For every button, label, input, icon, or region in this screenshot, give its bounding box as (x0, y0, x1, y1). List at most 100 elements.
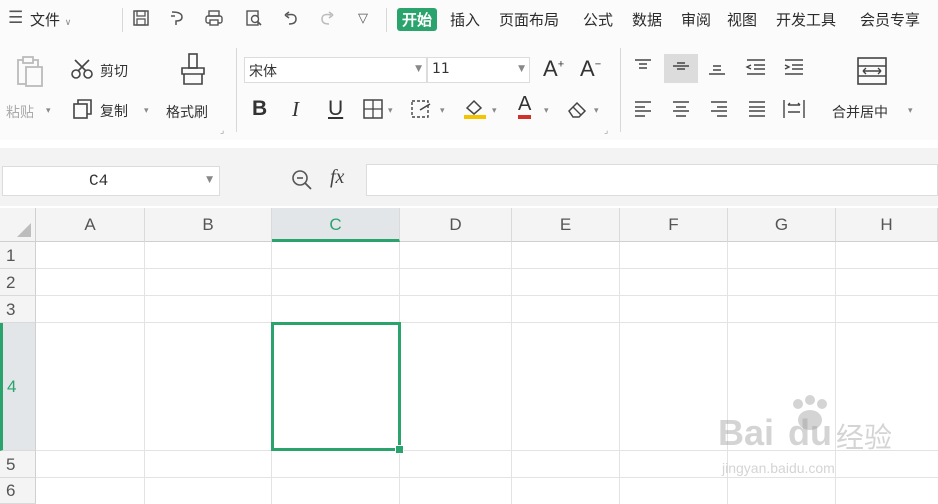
row-header-1[interactable]: 1 (0, 242, 36, 269)
gridline (511, 242, 512, 504)
fill-handle[interactable] (395, 445, 404, 454)
column-header-b[interactable]: B (145, 208, 272, 242)
file-menu[interactable]: 文件 ∨ (30, 9, 71, 30)
chevron-down-icon[interactable]: ▾ (544, 106, 549, 116)
column-header-d[interactable]: D (400, 208, 512, 242)
tab-view[interactable]: 视图 (727, 9, 757, 30)
tab-insert[interactable]: 插入 (450, 9, 480, 30)
decrease-font-glyph: A (580, 56, 595, 81)
align-left-icon[interactable] (632, 100, 654, 123)
row-header-2[interactable]: 2 (0, 269, 36, 296)
watermark-brand-suffix: du (788, 412, 832, 453)
tab-page-layout[interactable]: 页面布局 (499, 9, 559, 30)
gridline (36, 322, 938, 323)
zoom-lookup-icon[interactable] (290, 168, 314, 196)
scissors-icon (70, 58, 96, 85)
chevron-down-icon[interactable]: ▾ (388, 106, 393, 116)
align-right-icon[interactable] (708, 100, 730, 123)
watermark-brand-cn: 经验 (836, 421, 893, 454)
print-icon[interactable] (204, 9, 224, 31)
selected-cell-c4[interactable] (271, 322, 401, 451)
font-size-select[interactable]: 11 ▼ (427, 57, 530, 83)
chevron-down-icon[interactable]: ▾ (492, 106, 497, 116)
row-header-4[interactable]: 4 (0, 323, 36, 451)
column-header-f[interactable]: F (620, 208, 728, 242)
merge-cells-icon (856, 56, 888, 91)
font-color-button[interactable]: A (518, 93, 532, 119)
formula-input[interactable] (366, 164, 938, 196)
merge-center-button[interactable]: 合并居中 (832, 102, 888, 122)
tab-review[interactable]: 审阅 (681, 9, 711, 30)
ribbon: 粘贴 ▾ 剪切 复制 ▾ 格式刷 ⌟ 宋体 ▼ 11 ▼ A+ A− B I U… (0, 40, 938, 140)
format-painter-button[interactable]: 格式刷 (166, 102, 208, 122)
column-header-h[interactable]: H (836, 208, 938, 242)
gridline (36, 268, 938, 269)
chevron-down-icon[interactable]: ▾ (46, 106, 51, 116)
decrease-indent-icon[interactable] (744, 58, 768, 81)
tab-member[interactable]: 会员专享 (860, 9, 920, 30)
column-header-c[interactable]: C (272, 208, 400, 242)
chevron-down-icon[interactable]: ▾ (594, 106, 599, 116)
paste-icon (17, 56, 43, 87)
chevron-down-icon[interactable]: ▾ (144, 106, 149, 116)
undo-icon[interactable] (282, 9, 300, 31)
row-header-6[interactable]: 6 (0, 478, 36, 504)
chevron-down-icon[interactable]: ▼ (206, 175, 213, 185)
tab-home[interactable]: 开始 (397, 8, 438, 31)
copy-icon (72, 98, 94, 125)
customize-toolbar-icon[interactable]: ▽ (358, 11, 368, 26)
increase-indent-icon[interactable] (782, 58, 806, 81)
gridline (619, 242, 620, 504)
border-icon[interactable] (362, 98, 384, 125)
chevron-down-icon[interactable]: ▾ (908, 106, 913, 116)
justify-icon[interactable] (746, 100, 768, 123)
paste-button[interactable] (12, 54, 46, 92)
baidu-watermark: Bai du 经验 jingyan.baidu.com (718, 395, 928, 490)
gridline (36, 295, 938, 296)
divider (620, 48, 621, 132)
print-preview-icon[interactable] (244, 9, 264, 31)
distributed-align-icon[interactable] (782, 98, 806, 125)
align-bottom-icon[interactable] (706, 58, 728, 81)
row-header-3[interactable]: 3 (0, 296, 36, 323)
expand-icon[interactable]: ⌟ (220, 126, 224, 136)
chevron-down-icon[interactable]: ▾ (440, 106, 445, 116)
gridline (144, 242, 145, 504)
column-header-e[interactable]: E (512, 208, 620, 242)
bold-button[interactable]: B (252, 97, 267, 121)
increase-font-button[interactable]: A+ (543, 56, 564, 82)
align-top-icon[interactable] (632, 58, 654, 81)
chevron-down-icon: ∨ (64, 18, 72, 28)
tab-developer[interactable]: 开发工具 (776, 9, 836, 30)
expand-icon[interactable]: ⌟ (604, 126, 608, 136)
italic-button[interactable]: I (292, 97, 299, 122)
underline-button[interactable]: U (328, 97, 343, 121)
tab-formulas[interactable]: 公式 (583, 9, 613, 30)
align-center-icon[interactable] (670, 100, 692, 123)
tab-data[interactable]: 数据 (632, 9, 662, 30)
align-middle-icon[interactable] (664, 54, 698, 83)
font-name-value: 宋体 (249, 64, 277, 80)
menu-icon[interactable]: ☰ (8, 8, 23, 28)
save-icon[interactable] (132, 9, 150, 31)
eraser-icon[interactable] (566, 98, 590, 125)
cut-button[interactable]: 剪切 (100, 61, 128, 81)
menu-bar: ☰ 文件 ∨ ▽ 开始 插入 页面布局 公式 数据 审阅 视图 开发工具 会员专… (0, 0, 938, 40)
name-box[interactable]: C4 ▼ (2, 166, 220, 196)
redo-icon[interactable] (318, 9, 336, 31)
fill-pattern-icon[interactable] (410, 98, 434, 125)
watermark-brand: Bai (718, 412, 775, 453)
font-name-select[interactable]: 宋体 ▼ (244, 57, 427, 83)
increase-font-glyph: A (543, 56, 558, 81)
column-header-a[interactable]: A (36, 208, 145, 242)
insert-function-button[interactable]: fx (330, 166, 344, 189)
column-header-g[interactable]: G (728, 208, 836, 242)
fill-color-icon[interactable] (462, 96, 488, 125)
paste-label[interactable]: 粘贴 (6, 102, 34, 122)
divider (386, 8, 387, 32)
export-icon[interactable] (168, 9, 186, 31)
row-header-5[interactable]: 5 (0, 451, 36, 478)
copy-button[interactable]: 复制 (100, 101, 128, 121)
decrease-font-button[interactable]: A− (580, 56, 601, 82)
select-all-corner[interactable] (0, 208, 36, 242)
